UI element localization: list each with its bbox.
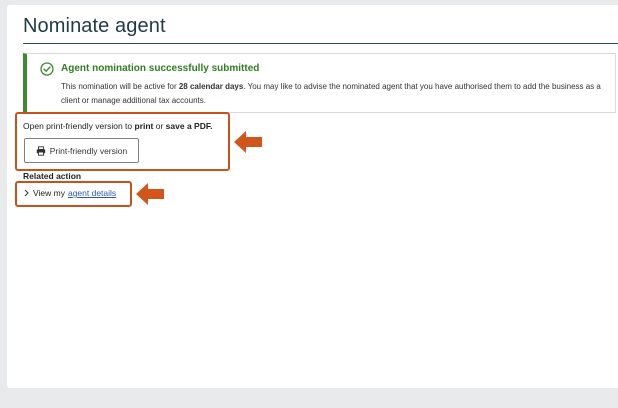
success-message-panel: Agent nomination successfully submitted … bbox=[23, 53, 616, 113]
title-divider bbox=[23, 43, 618, 44]
print-prompt: Open print-friendly version to print or … bbox=[23, 121, 212, 131]
print-button-label: Print-friendly version bbox=[49, 145, 128, 156]
print-prompt-middle: or bbox=[153, 121, 166, 131]
print-friendly-button[interactable]: Print-friendly version bbox=[24, 138, 139, 163]
related-link-prefix: View my bbox=[33, 188, 65, 198]
success-heading: Agent nomination successfully submitted bbox=[61, 63, 260, 74]
related-action-row: View my agent details bbox=[23, 188, 116, 198]
print-prompt-prefix: Open print-friendly version to bbox=[23, 121, 135, 131]
chevron-right-icon bbox=[24, 189, 29, 197]
agent-details-link[interactable]: agent details bbox=[68, 188, 116, 198]
left-arrow-icon bbox=[234, 131, 262, 153]
check-circle-icon bbox=[40, 62, 54, 76]
print-prompt-bold-pdf: save a PDF. bbox=[165, 121, 213, 131]
left-arrow-icon bbox=[136, 183, 164, 205]
success-body-prefix: This nomination will be active for bbox=[61, 82, 179, 91]
page-title: Nominate agent bbox=[23, 15, 166, 37]
printer-icon bbox=[36, 145, 45, 156]
success-body-bold: 28 calendar days bbox=[178, 82, 244, 91]
related-action-heading: Related action bbox=[23, 171, 82, 181]
success-body: This nomination will be active for 28 ca… bbox=[61, 80, 611, 108]
print-prompt-bold-print: print bbox=[134, 121, 154, 131]
